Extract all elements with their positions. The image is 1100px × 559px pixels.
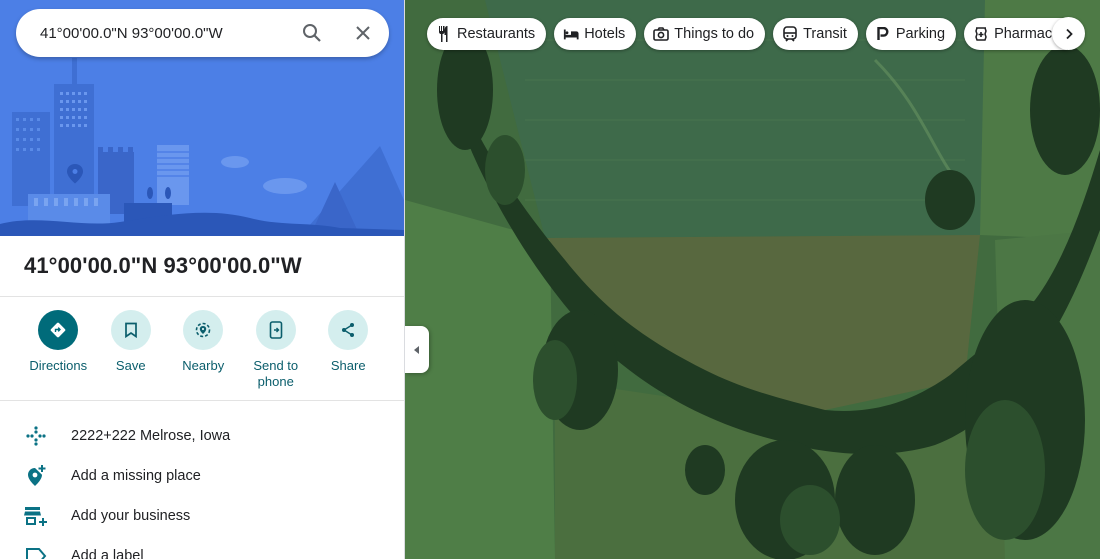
chip-label: Hotels (584, 26, 626, 42)
directions-button[interactable]: Directions (22, 310, 95, 390)
chip-transit[interactable]: Transit (773, 18, 858, 50)
chips-next-button[interactable] (1052, 17, 1085, 50)
chip-things-to-do[interactable]: Things to do (644, 18, 766, 50)
chip-hotels[interactable]: Hotels (554, 18, 637, 50)
search-input[interactable] (40, 24, 290, 42)
satellite-imagery (405, 0, 1100, 559)
add-business-icon (24, 504, 48, 528)
place-title: 41°00'00.0"N 93°00'00.0"W (24, 253, 302, 278)
chip-label: Restaurants (457, 26, 536, 42)
plus-code-row[interactable]: 2222+222 Melrose, Iowa (0, 416, 404, 456)
send-to-phone-icon (255, 310, 296, 350)
share-icon (328, 310, 369, 350)
place-info-list: 2222+222 Melrose, Iowa Add a missing pla… (0, 416, 404, 559)
add-missing-place-row[interactable]: Add a missing place (0, 456, 404, 496)
add-label-row[interactable]: Add a label (0, 536, 404, 559)
category-chips: Restaurants Hotels Things to do Transit … (427, 18, 1068, 50)
save-button[interactable]: Save (95, 310, 168, 390)
chip-restaurants[interactable]: Restaurants (427, 18, 547, 50)
add-place-icon (24, 464, 48, 488)
parking-icon (875, 26, 891, 42)
chip-parking[interactable]: Parking (865, 18, 957, 50)
action-buttons: Directions Save Nearby Send to phone Sha… (0, 310, 404, 390)
plus-code-icon (24, 424, 48, 448)
hotel-icon (563, 26, 579, 42)
close-icon (356, 26, 370, 40)
add-business-row[interactable]: Add your business (0, 496, 404, 536)
directions-icon (38, 310, 79, 350)
share-label: Share (330, 358, 366, 373)
search-button[interactable] (300, 21, 324, 45)
search-box[interactable] (16, 9, 389, 57)
chevron-right-icon (1065, 28, 1073, 39)
search-icon (303, 24, 321, 42)
add-business-text: Add your business (71, 508, 191, 524)
transit-icon (782, 26, 798, 42)
pharmacy-icon (973, 26, 989, 42)
add-label-text: Add a label (71, 548, 144, 559)
add-missing-place-text: Add a missing place (71, 468, 201, 484)
chip-label: Transit (803, 26, 847, 42)
send-to-phone-button[interactable]: Send to phone (240, 310, 313, 390)
chip-label: Pharmac (994, 26, 1053, 42)
divider (0, 400, 404, 401)
caret-left-icon (414, 345, 419, 354)
chip-label: Things to do (674, 26, 755, 42)
satellite-map[interactable] (405, 0, 1100, 559)
save-label: Save (115, 358, 146, 373)
chip-label: Parking (895, 26, 946, 42)
nearby-button[interactable]: Nearby (167, 310, 240, 390)
divider (0, 296, 404, 297)
clear-search-button[interactable] (351, 21, 375, 45)
bookmark-icon (110, 310, 151, 350)
camera-icon (653, 26, 670, 42)
side-panel: 41°00'00.0"N 93°00'00.0"W Directions Sav… (0, 0, 405, 559)
restaurant-icon (436, 26, 452, 42)
nearby-icon (183, 310, 224, 350)
nearby-label: Nearby (182, 358, 225, 373)
directions-label: Directions (29, 358, 88, 373)
share-button[interactable]: Share (312, 310, 385, 390)
collapse-panel-button[interactable] (405, 326, 429, 373)
plus-code-text: 2222+222 Melrose, Iowa (71, 428, 231, 444)
label-icon (24, 544, 48, 559)
send-to-phone-label: Send to phone (253, 358, 299, 389)
